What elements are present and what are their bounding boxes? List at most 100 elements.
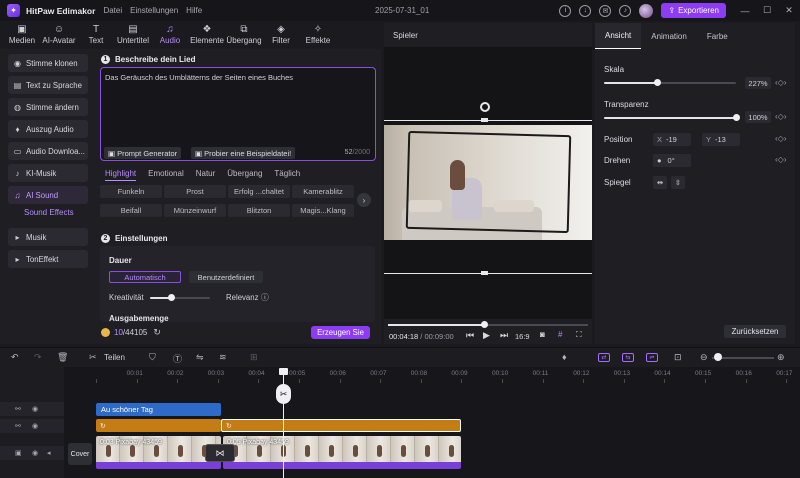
tab-effekte[interactable]: ✧ Effekte — [300, 21, 336, 49]
minimize-icon[interactable]: — — [734, 6, 756, 16]
title-clip[interactable]: Au schöner Tag — [96, 403, 221, 416]
user-avatar[interactable] — [639, 3, 654, 18]
sidebar-item-text-zu-sprache[interactable]: ▤ Text zu Sprache — [8, 76, 88, 94]
next-frame-icon[interactable]: ⏭ — [500, 330, 508, 341]
scale-value-input[interactable]: 227% — [745, 77, 771, 89]
tab-animation[interactable]: Animation — [641, 23, 697, 49]
reset-button[interactable]: Zurücksetzen — [724, 325, 786, 338]
menu-hilfe[interactable]: Hilfe — [186, 6, 202, 15]
tab-uebergang[interactable]: Übergang — [227, 169, 262, 181]
rotate-handle-icon[interactable] — [480, 102, 490, 112]
tab-audio[interactable]: ♫ Audio — [152, 21, 188, 49]
cover-button[interactable]: Cover — [68, 443, 92, 465]
menu-einstellungen[interactable]: Einstellungen — [130, 6, 178, 15]
sidebar-item-audio-download[interactable]: ▭ Audio Downloa... — [8, 142, 88, 160]
redo-icon[interactable]: ↷ — [34, 352, 42, 363]
feedback-icon[interactable]: ✉ — [599, 4, 612, 17]
tab-elemente[interactable]: ❖ Elemente — [189, 21, 225, 49]
tab-highlight[interactable]: Highlight — [105, 169, 137, 181]
bell-icon[interactable]: ♪ — [619, 4, 632, 17]
sidebar-item-stimme-aendern[interactable]: ◍ Stimme ändern — [8, 98, 88, 116]
zoom-in-icon[interactable]: ⊕ — [777, 352, 785, 363]
menu-datei[interactable]: Datei — [103, 6, 122, 15]
snapshot-icon[interactable]: ◙ — [540, 330, 545, 339]
chip-prost[interactable]: Prost — [164, 185, 226, 198]
player-progress-knob[interactable] — [481, 321, 488, 328]
zoom-slider-knob[interactable] — [714, 353, 722, 361]
sidebar-item-auszug-audio[interactable]: ♦ Auszug Audio — [8, 120, 88, 138]
zoom-out-icon[interactable]: ⊖ — [700, 352, 708, 363]
sidebar-group-toneffekt[interactable]: ▸ TonEffekt — [8, 250, 88, 268]
tab-ai-avatar[interactable]: ☺ AI-Avatar — [41, 21, 77, 49]
info-icon[interactable]: i — [559, 4, 572, 17]
sidebar-item-stimme-klonen[interactable]: ◉ Stimme klonen — [8, 54, 88, 72]
transparency-value-input[interactable]: 100% — [745, 111, 771, 123]
snap-icon[interactable]: ⇆ — [622, 353, 634, 362]
fullscreen-icon[interactable]: ⛶ — [576, 330, 582, 340]
tab-filter[interactable]: ◈ Filter — [263, 21, 299, 49]
chip-muenzeinwurf[interactable]: Münzeinwurf — [164, 204, 226, 217]
split-label[interactable]: Teilen — [104, 353, 125, 362]
undo-icon[interactable]: ↶ — [11, 352, 19, 363]
tab-farbe[interactable]: Farbe — [697, 23, 738, 49]
tab-untertitel[interactable]: ▤ Untertitel — [115, 21, 151, 49]
sidebar-item-ki-musik[interactable]: ♪ KI-Musik — [8, 164, 88, 182]
aspect-ratio-select[interactable]: 16:9 — [515, 332, 530, 341]
tab-taeglich[interactable]: Täglich — [274, 169, 300, 181]
player-stage[interactable] — [384, 47, 592, 319]
mirror-horizontal-icon[interactable]: ⇹ — [653, 176, 667, 189]
info-icon[interactable]: ⓘ — [261, 292, 269, 303]
chip-beifall[interactable]: Beifall — [100, 204, 162, 217]
video-clip[interactable]: 0:03 Pixabay 43459 — [96, 436, 221, 469]
position-y-input[interactable]: Y -13 — [702, 133, 740, 146]
add-frame-icon[interactable]: ⊞ — [250, 352, 258, 363]
prompt-text[interactable]: Das Geräusch des Umblätterns der Seiten … — [105, 73, 293, 82]
tab-medien[interactable]: ▣ Medien — [4, 21, 40, 49]
timeline-ruler[interactable]: 00:01 00:02 00:03 00:04 00:05 00:06 00:07 00:08… — [96, 367, 800, 383]
mic-icon[interactable]: ♦ — [562, 352, 567, 362]
scissors-icon[interactable]: ✂ — [276, 384, 291, 404]
sidebar-item-ai-sound[interactable]: ♫ AI Sound — [8, 186, 88, 204]
sidebar-subitem-sound-effects[interactable]: Sound Effects — [24, 208, 88, 222]
generate-button[interactable]: Erzeugen Sie — [311, 326, 370, 339]
fit-timeline-icon[interactable]: ⊡ — [674, 352, 682, 363]
sidebar-group-musik[interactable]: ▸ Musik — [8, 228, 88, 246]
maximize-icon[interactable]: ☐ — [756, 5, 778, 16]
prev-frame-icon[interactable]: ⏮ — [466, 330, 474, 341]
tab-text[interactable]: T Text — [78, 21, 114, 49]
prompt-textarea[interactable]: Das Geräusch des Umblätterns der Seiten … — [100, 67, 376, 161]
chevron-right-icon[interactable]: › — [357, 193, 371, 207]
keyframe-icon[interactable]: ‹◇› — [775, 112, 786, 121]
tab-emotional[interactable]: Emotional — [148, 169, 184, 181]
duration-auto-button[interactable]: Automatisch — [109, 271, 181, 283]
delete-icon[interactable]: 🗑 — [57, 352, 68, 363]
chip-funkeln[interactable]: Funkeln — [100, 185, 162, 198]
transition-icon[interactable]: ⋈ — [205, 444, 235, 462]
link-track-icon[interactable]: ⇄ — [598, 353, 610, 362]
link-icon[interactable]: ⚯ — [15, 405, 21, 413]
transparency-slider-knob[interactable] — [733, 114, 740, 121]
try-example-button[interactable]: ▣ Probier eine Beispieldatei! — [191, 147, 296, 159]
chip-erfolg[interactable]: Erfolg ...chaltet — [228, 185, 290, 198]
lock-icon[interactable]: ▣ — [15, 449, 22, 457]
position-x-input[interactable]: X -19 — [653, 133, 691, 146]
prompt-generator-button[interactable]: ▣ Prompt Generator — [104, 147, 182, 159]
close-icon[interactable]: ✕ — [778, 5, 800, 16]
duration-custom-button[interactable]: Benutzerdefiniert — [189, 271, 263, 283]
audio-clip[interactable]: ↻ — [96, 419, 221, 432]
resize-handle-bottom[interactable] — [481, 271, 488, 275]
download-icon[interactable]: ↓ — [579, 4, 592, 17]
chip-blitzton[interactable]: Blitzton — [228, 204, 290, 217]
tab-uebergang[interactable]: ⧉ Übergang — [226, 21, 262, 49]
player-progress-bar[interactable] — [388, 321, 588, 328]
keyframe-icon[interactable]: ‹◇› — [775, 78, 786, 87]
speaker-icon[interactable]: ◂ — [47, 449, 51, 457]
text-box-icon[interactable]: Ⓣ — [173, 352, 182, 365]
export-button[interactable]: ⇪ Exportieren — [661, 3, 726, 18]
video-clip[interactable]: 0:05 Pixabay 43459 — [223, 436, 461, 469]
rotate-input[interactable]: ● 0° — [653, 154, 691, 167]
keyframe-icon[interactable]: ‹◇› — [775, 134, 786, 143]
link-icon[interactable]: ⚯ — [15, 422, 21, 430]
resize-handle-top[interactable] — [481, 118, 488, 122]
mask-icon[interactable]: ⛉ — [149, 352, 156, 363]
